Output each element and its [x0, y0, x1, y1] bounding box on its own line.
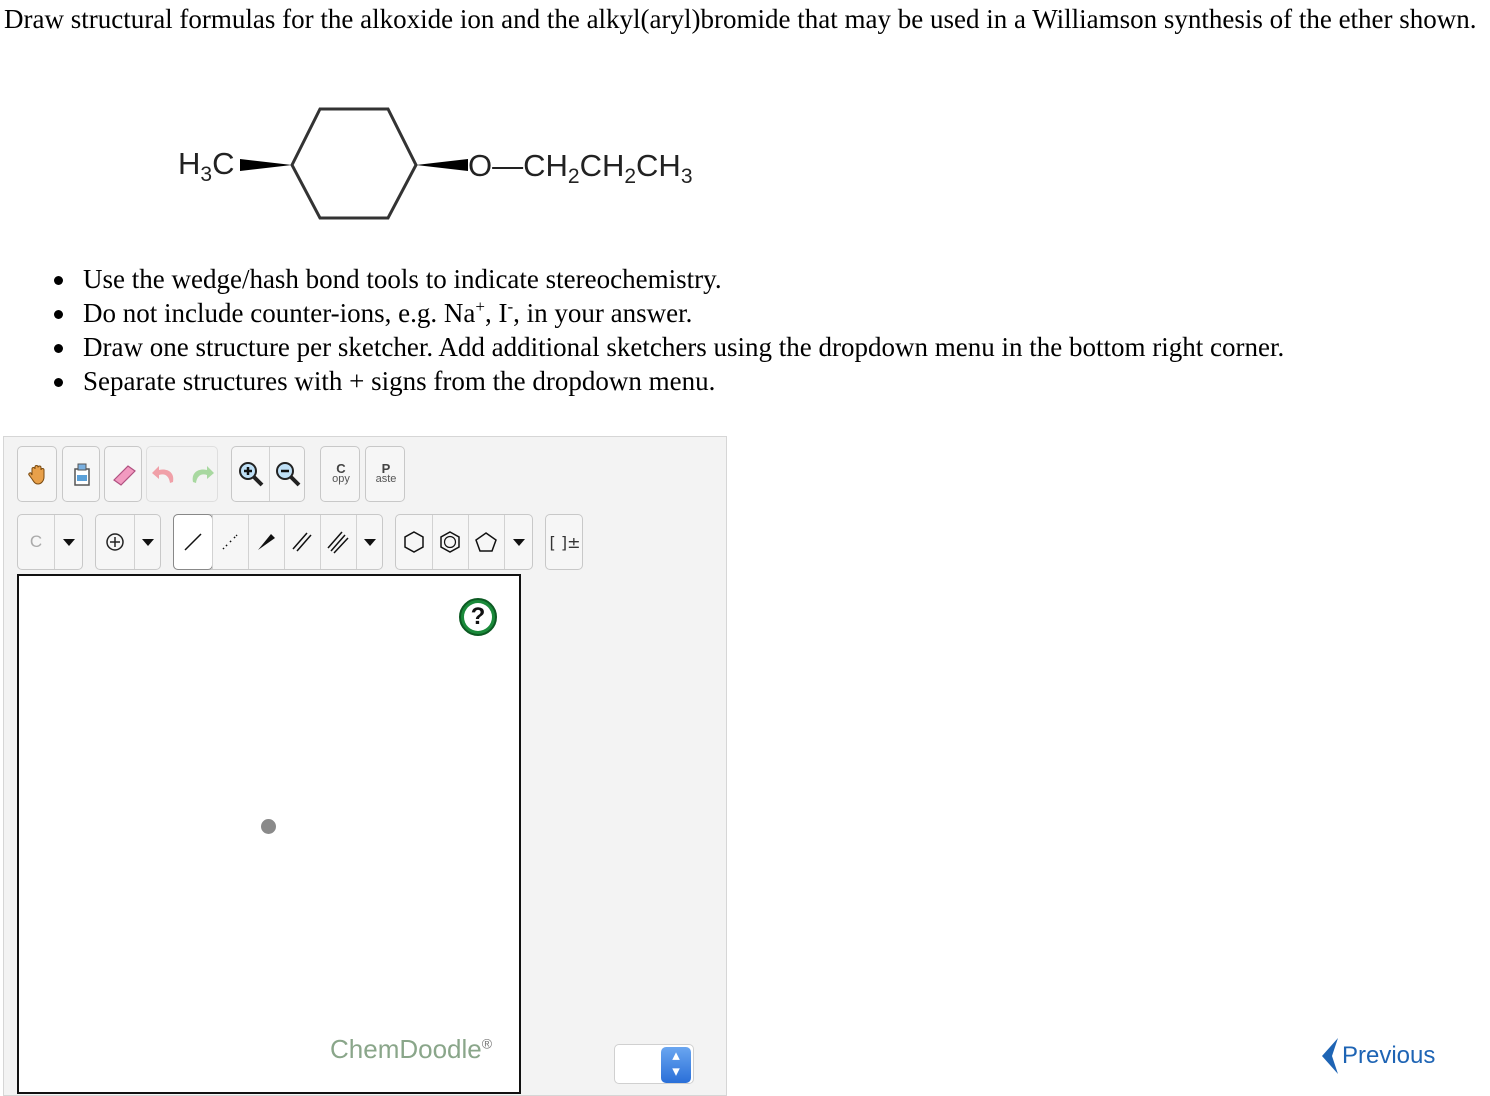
hand-tool-button[interactable]: [17, 446, 57, 502]
instruction-text: , I: [484, 298, 508, 328]
bond-tools-group: [173, 514, 383, 570]
plus-superscript: +: [475, 297, 485, 316]
help-button[interactable]: ?: [459, 598, 497, 636]
previous-label: Previous: [1342, 1042, 1436, 1069]
clear-button[interactable]: [62, 446, 100, 502]
propoxy-group-label: O—CH2CH2CH3: [468, 148, 693, 188]
question-text: Draw structural formulas for the alkoxid…: [4, 4, 1477, 34]
ring-tools-group: [395, 514, 533, 570]
paste-button[interactable]: Paste: [365, 446, 405, 502]
double-bond-icon[interactable]: [284, 515, 320, 569]
charge-dropdown[interactable]: [95, 514, 161, 570]
canvas-point: [261, 819, 276, 834]
instruction-item: Do not include counter-ions, e.g. Na+, I…: [44, 296, 1284, 330]
chevron-down-icon: [134, 515, 162, 569]
chevron-left-icon: [1322, 1038, 1338, 1074]
instruction-list: Use the wedge/hash bond tools to indicat…: [44, 262, 1284, 398]
copy-label: Copy: [321, 447, 361, 501]
sketcher-count-stepper[interactable]: ▴ ▾: [614, 1044, 694, 1084]
zoom-out-icon[interactable]: [269, 447, 306, 501]
instruction-item: Separate structures with + signs from th…: [44, 364, 1284, 398]
element-label: C: [29, 532, 43, 551]
help-label: ?: [464, 603, 492, 631]
element-dropdown[interactable]: C: [17, 514, 83, 570]
chevron-down-icon: [54, 515, 84, 569]
charge-plus-icon: [96, 515, 134, 569]
copy-label-bottom: opy: [332, 473, 350, 485]
triple-bond-icon[interactable]: [320, 515, 356, 569]
up-down-arrows-icon[interactable]: ▴ ▾: [661, 1047, 691, 1083]
hash-bond-icon[interactable]: [212, 515, 248, 569]
zoom-in-icon[interactable]: [232, 447, 269, 501]
instruction-text: Do not include counter-ions, e.g. Na: [83, 298, 476, 328]
instruction-item: Draw one structure per sketcher. Add add…: [44, 330, 1284, 364]
wedge-bond-left: [240, 159, 292, 171]
eraser-icon: [105, 447, 143, 501]
redo-icon[interactable]: [183, 447, 219, 501]
zoom-group: [231, 446, 305, 502]
paste-label: Paste: [366, 447, 406, 501]
wedge-bond-right: [416, 159, 468, 171]
ether-structure: H3C O—CH2CH2CH3: [176, 104, 716, 224]
cyclohexane-ring: [290, 107, 418, 220]
clear-icon: [63, 447, 101, 501]
brand-mark: ®: [481, 1035, 493, 1052]
previous-link[interactable]: Previous: [1318, 1036, 1435, 1076]
undo-icon[interactable]: [147, 447, 183, 501]
methyl-group-label: H3C: [178, 146, 234, 186]
undo-redo-group: [146, 446, 218, 502]
chevron-down-icon[interactable]: [356, 515, 384, 569]
chevron-down-icon[interactable]: [504, 515, 534, 569]
pentagon-icon[interactable]: [468, 515, 504, 569]
copy-button[interactable]: Copy: [320, 446, 360, 502]
chemdoodle-logo: ChemDoodle®: [330, 1034, 492, 1065]
paste-label-bottom: aste: [375, 473, 397, 485]
single-bond-icon[interactable]: [173, 514, 213, 570]
hand-icon: [18, 447, 58, 501]
instruction-item: Use the wedge/hash bond tools to indicat…: [44, 262, 1284, 296]
brand-name: ChemDoodle: [330, 1034, 482, 1064]
hexagon-icon[interactable]: [396, 515, 432, 569]
wedge-bond-icon[interactable]: [248, 515, 284, 569]
drawing-canvas[interactable]: [17, 574, 521, 1094]
benzene-icon[interactable]: [432, 515, 468, 569]
eraser-button[interactable]: [104, 446, 142, 502]
instruction-text: , in your answer.: [513, 298, 693, 328]
bracket-button[interactable]: [ ]±: [545, 514, 583, 570]
bracket-label: [ ]±: [549, 532, 581, 552]
